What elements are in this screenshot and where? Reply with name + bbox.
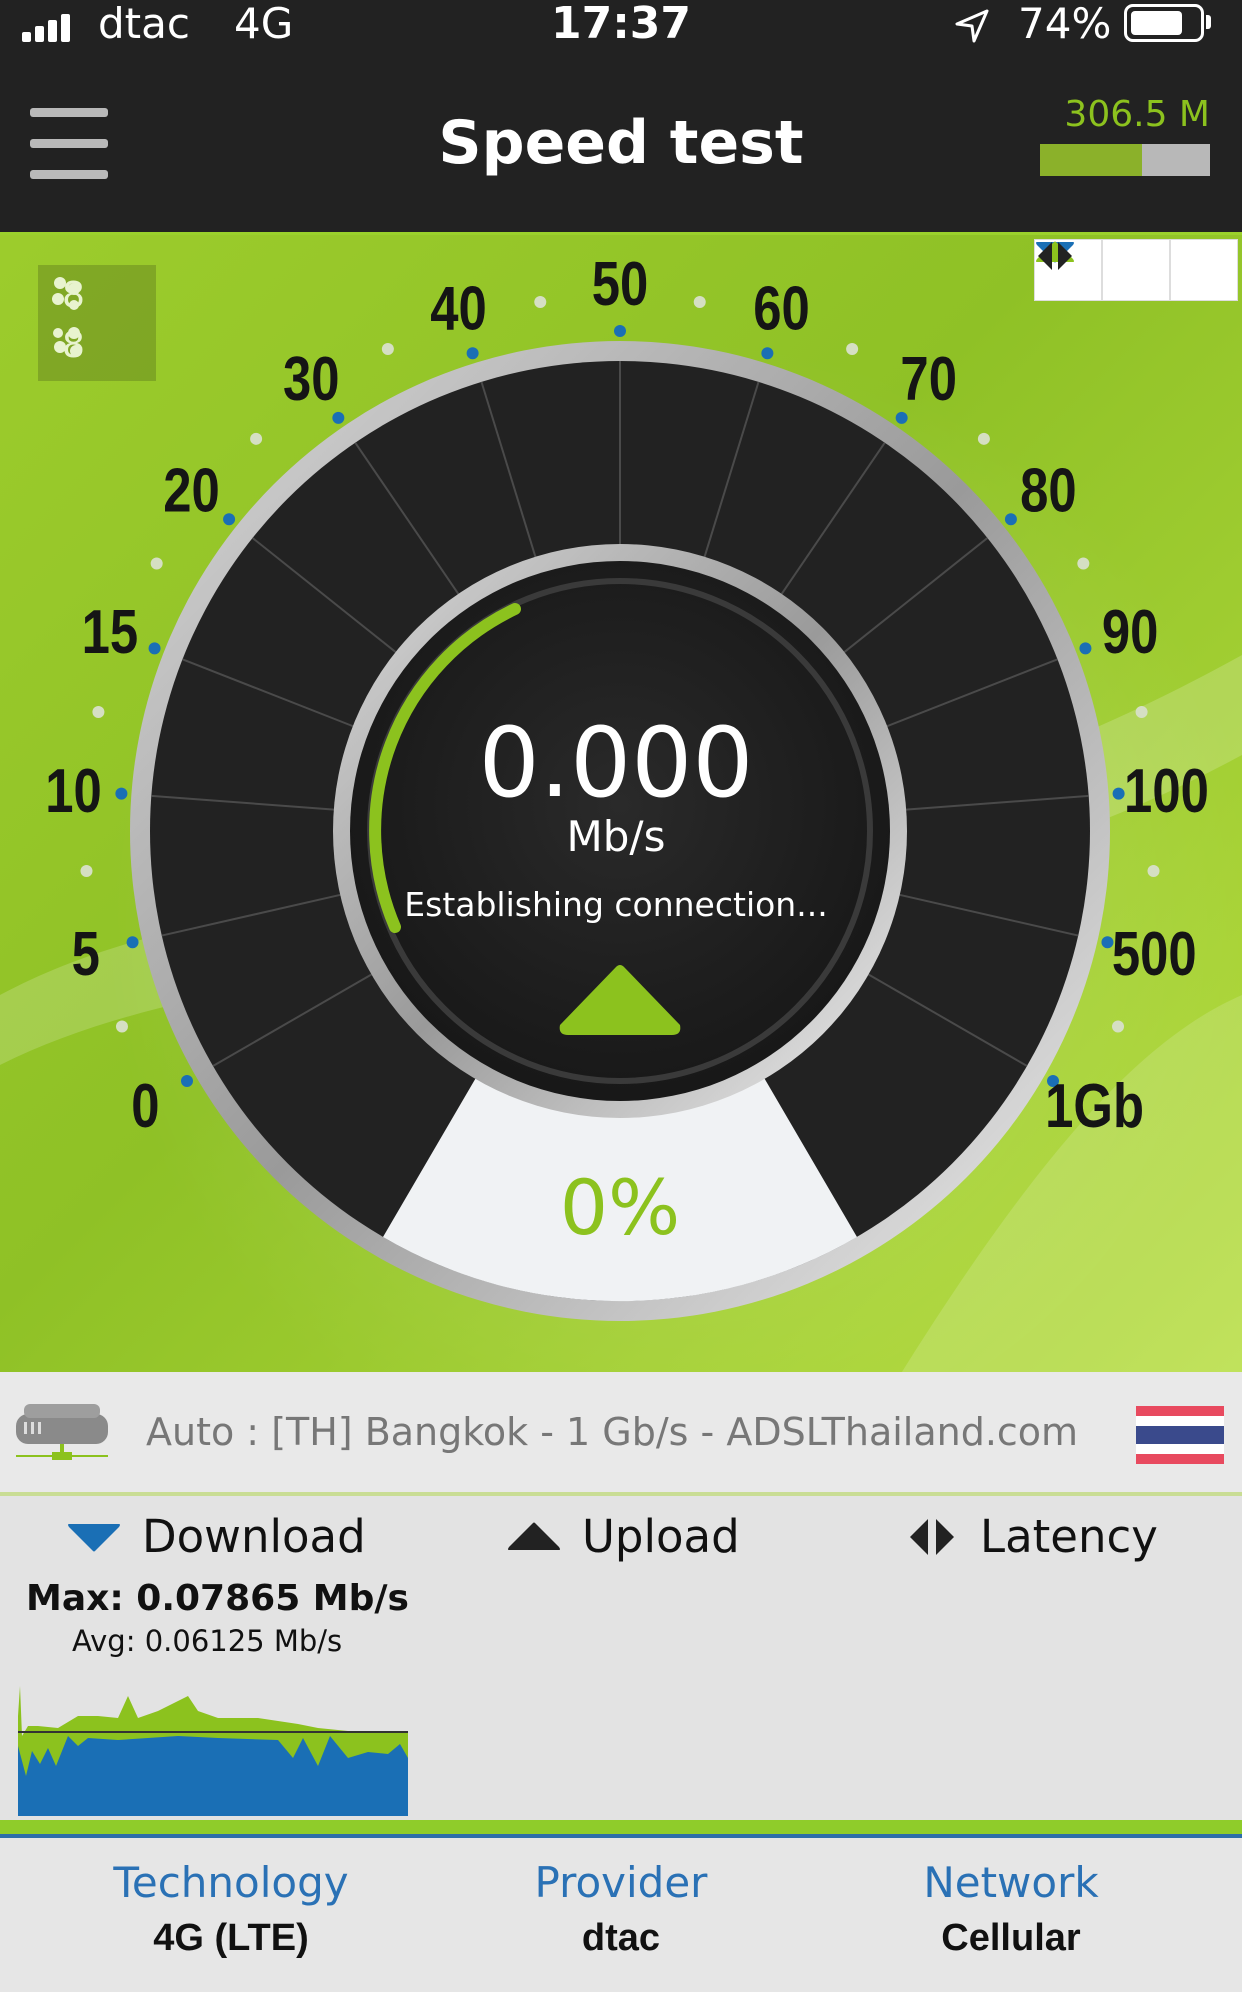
scale-marker <box>761 347 774 360</box>
scale-label: 70 <box>900 346 957 415</box>
download-connections: 8 <box>48 275 85 316</box>
data-used-label: 306.5 M <box>1064 94 1210 135</box>
scale-dot <box>80 864 93 877</box>
download-graph <box>18 1686 408 1816</box>
server-icon <box>14 1400 110 1466</box>
scale-dot <box>250 432 263 445</box>
status-bar: dtac 4G 17:37 74% <box>0 0 1242 52</box>
scale-marker <box>1079 642 1092 655</box>
technology-value: 4G (LTE) <box>153 1917 309 1959</box>
upload-mode-button[interactable] <box>1036 239 1170 301</box>
network-value: Cellular <box>941 1917 1081 1959</box>
results-panel: Download Upload Latency Max: 0.07865 Mb/… <box>0 1496 1242 1820</box>
scale-marker <box>180 1075 193 1087</box>
upload-triangle-icon <box>508 1522 560 1550</box>
latency-icon <box>910 1518 954 1555</box>
scale-label: 10 <box>45 757 102 826</box>
connection-info: Technology 4G (LTE) Provider dtac Networ… <box>0 1838 1242 1992</box>
server-name: Auto : [TH] Bangkok - 1 Gb/s - ADSLThail… <box>146 1410 1079 1454</box>
download-result-header[interactable]: Download <box>66 1510 366 1563</box>
data-used-bar <box>1040 144 1210 176</box>
upload-result-header[interactable]: Upload <box>506 1510 740 1563</box>
battery-percent: 74% <box>1018 0 1112 48</box>
scale-dot <box>534 295 547 308</box>
scale-marker <box>115 787 128 800</box>
scale-marker <box>614 325 626 337</box>
scale-dot <box>977 432 990 445</box>
location-arrow-icon <box>952 6 992 50</box>
scale-label: 15 <box>82 598 139 667</box>
battery-icon <box>1124 4 1204 42</box>
server-selector[interactable]: Auto : [TH] Bangkok - 1 Gb/s - ADSLThail… <box>0 1372 1242 1496</box>
app-header: Speed test 306.5 M <box>0 52 1242 232</box>
connections-badge: 8 8 <box>38 265 156 381</box>
network-label: Network <box>923 1858 1099 1907</box>
flag-stripe <box>1136 1416 1224 1426</box>
provider-value: dtac <box>581 1917 661 1959</box>
mode-selector <box>1034 239 1238 301</box>
latency-label: Latency <box>980 1510 1158 1563</box>
scale-dot <box>381 342 394 355</box>
scale-dot <box>150 557 163 570</box>
technology-info: Technology 4G (LTE) <box>24 1858 438 1960</box>
scale-marker <box>1004 513 1017 526</box>
scale-dot <box>115 1020 128 1033</box>
scale-label: 0 <box>131 1072 159 1141</box>
speed-unit: Mb/s <box>566 812 666 861</box>
scale-label: 100 <box>1124 757 1209 826</box>
technology-label: Technology <box>113 1858 349 1907</box>
scale-label: 40 <box>430 275 487 344</box>
provider-info: Provider dtac <box>414 1858 828 1960</box>
speed-value: 0.000 <box>478 707 754 819</box>
latency-mode-button[interactable] <box>1038 239 1238 301</box>
download-max: Max: 0.07865 Mb/s <box>26 1578 409 1619</box>
scale-marker <box>126 936 139 949</box>
scale-label: 90 <box>1102 598 1159 667</box>
battery-cap <box>1206 15 1211 29</box>
thailand-flag-icon <box>1136 1406 1224 1464</box>
flag-stripe <box>1136 1444 1224 1454</box>
scale-dot <box>92 705 105 718</box>
test-progress: 0% <box>559 1163 681 1252</box>
scale-dot <box>1077 557 1090 570</box>
scale-label: 80 <box>1020 457 1077 526</box>
flag-stripe <box>1136 1406 1224 1417</box>
scale-dot <box>1112 1020 1125 1033</box>
scale-label: 60 <box>753 275 810 344</box>
latency-result-header[interactable]: Latency <box>904 1510 1158 1563</box>
upload-label: Upload <box>582 1510 740 1563</box>
scale-label: 5 <box>72 920 100 989</box>
flag-stripe <box>1136 1425 1224 1445</box>
download-triangle-icon <box>68 1523 120 1551</box>
scale-dot <box>1147 864 1160 877</box>
scale-label: 30 <box>283 346 340 415</box>
scale-label: 20 <box>163 457 220 526</box>
gauge-panel: 0 5 10 15 20 30 40 50 60 70 80 90 100 500 1Gb 8 8 0.00… <box>0 232 1242 1375</box>
scale-label: 1Gb <box>1045 1072 1144 1141</box>
scale-marker <box>223 513 236 526</box>
flag-stripe <box>1136 1453 1224 1464</box>
scale-label: 500 <box>1112 920 1197 989</box>
download-avg: Avg: 0.06125 Mb/s <box>72 1624 343 1658</box>
scale-label: 50 <box>592 250 649 319</box>
section-divider <box>0 1820 1242 1838</box>
test-status: Establishing connection... <box>404 885 828 924</box>
scale-marker <box>1112 787 1125 800</box>
download-label: Download <box>142 1510 366 1563</box>
upload-connections: 8 <box>48 325 85 366</box>
scale-marker <box>466 347 479 360</box>
provider-label: Provider <box>534 1858 708 1907</box>
latency-icon <box>1038 242 1072 270</box>
scale-dot <box>693 295 706 308</box>
scale-dot <box>846 342 859 355</box>
scale-marker <box>148 642 161 655</box>
network-info: Network Cellular <box>804 1858 1218 1960</box>
scale-dot <box>1135 705 1148 718</box>
